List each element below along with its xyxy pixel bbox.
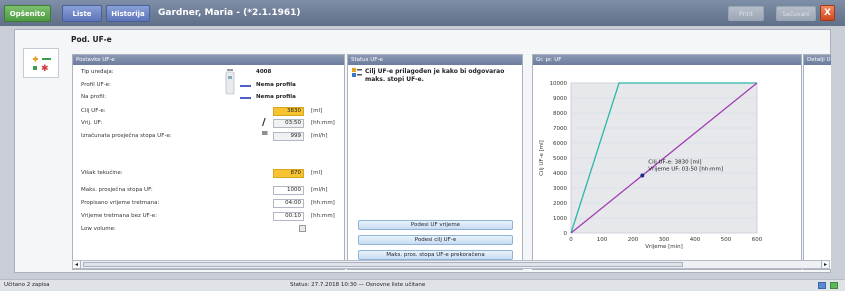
y-axis-label: Cilj UF-e [ml] [539,140,545,176]
prescribed-time-label: Propisano vrijeme tretmana: [81,200,160,206]
max-rate-exceeded-button[interactable]: Maks. pros. stopa UF-e prekoračena [358,250,513,260]
device-type-label: Tip uređaja: [81,69,114,75]
no-uf-time-unit: [hh:mm] [311,213,335,219]
scroll-left-icon[interactable]: ◂ [73,261,81,268]
adjust-uf-target-button[interactable]: Podesi cilj UF-e [358,235,513,245]
excess-fluid-unit: [ml] [311,170,323,176]
target-uf-unit: [ml] [311,108,323,114]
x-tick-label: 600 [752,237,763,243]
status-window-icon[interactable] [818,282,826,289]
low-volume-label: Low volume: [81,226,116,232]
on-profile-label: Na profil: [81,94,107,100]
x-tick-label: 200 [628,237,639,243]
low-volume-checkbox[interactable] [299,225,306,232]
no-uf-time-label: Vrijeme tretmana bez UF-e: [81,213,158,219]
uf-profile-label: Profil UF-e: [81,82,111,88]
y-tick-label: 9000 [553,96,567,102]
uf-settings-icon[interactable]: ✱ [23,48,59,78]
page-title: Pod. UF-e [71,35,112,44]
target-uf-label: Cilj UF-e: [81,108,106,114]
x-axis-label: Vrijeme [min] [645,244,683,250]
y-tick-label: 4000 [553,171,567,177]
y-tick-label: 7000 [553,126,567,132]
time-uf-unit: [hh:mm] [311,120,335,126]
uf-marker-point [640,173,645,178]
x-tick-label: 400 [690,237,701,243]
saved-button[interactable]: Sačuvani [776,6,816,21]
profile-line-icon [240,85,251,87]
target-uf-field[interactable]: 3830 [273,107,304,116]
on-profile-value: Nema profila [256,94,296,100]
avg-rate-field: 999 [273,132,304,141]
no-uf-time-field[interactable]: 00:10 [273,212,304,221]
status-bar: Učitano 2 zapisa Status: 27.7.2018 10:30… [0,279,845,291]
tab-lists[interactable]: Liste [62,5,102,22]
uf-status-panel: Status UF-e Cilj UF-e prilagođen je kako… [347,54,523,270]
status-text: Status: 27.7.2018 10:30 — Osnovne liste … [290,282,426,288]
status-ok-icon[interactable] [830,282,838,289]
top-bar: Opšenito Liste Historija Gardner, Maria … [0,0,845,26]
uf-chart: 0100020003000400050006000700080009000100… [539,81,763,250]
excess-fluid-field[interactable]: 870 [273,169,304,178]
y-tick-label: 2000 [553,201,567,207]
horizontal-scrollbar[interactable]: ◂ ▸ [72,260,830,269]
info-list-icon [352,68,362,78]
avg-rate-unit: [ml/h] [311,133,328,139]
chart-annotation: Vrijeme UF: 03:50 [hh:mm] [648,167,723,173]
scroll-thumb[interactable] [83,262,683,267]
time-uf-field[interactable]: 03:50 [273,119,304,128]
records-loaded-text: Učitano 2 zapisa [4,282,50,288]
uf-details-panel: Detalji U [803,54,831,270]
equals-icon: = [261,129,269,139]
time-uf-label: Vrij. UF: [81,120,103,126]
y-tick-label: 10000 [550,81,568,87]
panel-header: Status UF-e [348,55,522,65]
chart-annotation: Cilj UF-e: 3830 [ml] [648,160,701,166]
x-tick-label: 100 [597,237,608,243]
patient-title: Gardner, Maria - (*2.1.1961) [158,8,301,18]
x-tick-label: 500 [721,237,732,243]
status-message: Cilj UF-e prilagođen je kako bi odgovara… [365,68,505,83]
device-type-value: 4008 [256,69,272,75]
panel-header: Postavke UF-e [73,55,344,65]
excess-fluid-label: Višak tekućine: [81,170,123,176]
y-tick-label: 3000 [553,186,567,192]
panel-header: Detalji U [804,55,831,65]
main-panel: ✱ Pod. UF-e Postavke UF-e Tip uređaja: 4… [14,29,831,273]
y-tick-label: 5000 [553,156,567,162]
max-rate-field[interactable]: 1000 [273,186,304,195]
prescribed-time-unit: [hh:mm] [311,200,335,206]
y-tick-label: 6000 [553,141,567,147]
uf-graph-panel: Gr. pr. UF 0 1000 2000 3000 4000 5000 6000 7000… [532,54,802,270]
tab-general[interactable]: Opšenito [4,5,51,22]
max-rate-unit: [ml/h] [311,187,328,193]
slash-icon: / [262,117,266,128]
y-tick-label: 1000 [553,216,567,222]
profile-line-icon [240,97,251,99]
device-image-icon [225,69,235,95]
x-tick-label: 300 [659,237,670,243]
tab-history[interactable]: Historija [106,5,150,22]
x-tick-label: 0 [569,237,573,243]
avg-rate-label: Izračunata prosječna stopa UF-e: [81,133,172,139]
y-tick-label: 0 [564,231,568,237]
y-tick-label: 8000 [553,111,567,117]
close-button[interactable]: X [820,5,835,21]
uf-profile-value: Nema profila [256,82,296,88]
uf-settings-panel: Postavke UF-e Tip uređaja: 4008 Profil U… [72,54,345,270]
adjust-uf-time-button[interactable]: Podesi UF vrijeme [358,220,513,230]
panel-header: Gr. pr. UF [533,55,801,65]
print-button[interactable]: Print [728,6,764,21]
max-rate-label: Maks. prosječna stopa UF: [81,187,153,193]
prescribed-time-field[interactable]: 04:00 [273,199,304,208]
svg-text:✱: ✱ [41,64,49,74]
scroll-right-icon[interactable]: ▸ [821,261,829,268]
